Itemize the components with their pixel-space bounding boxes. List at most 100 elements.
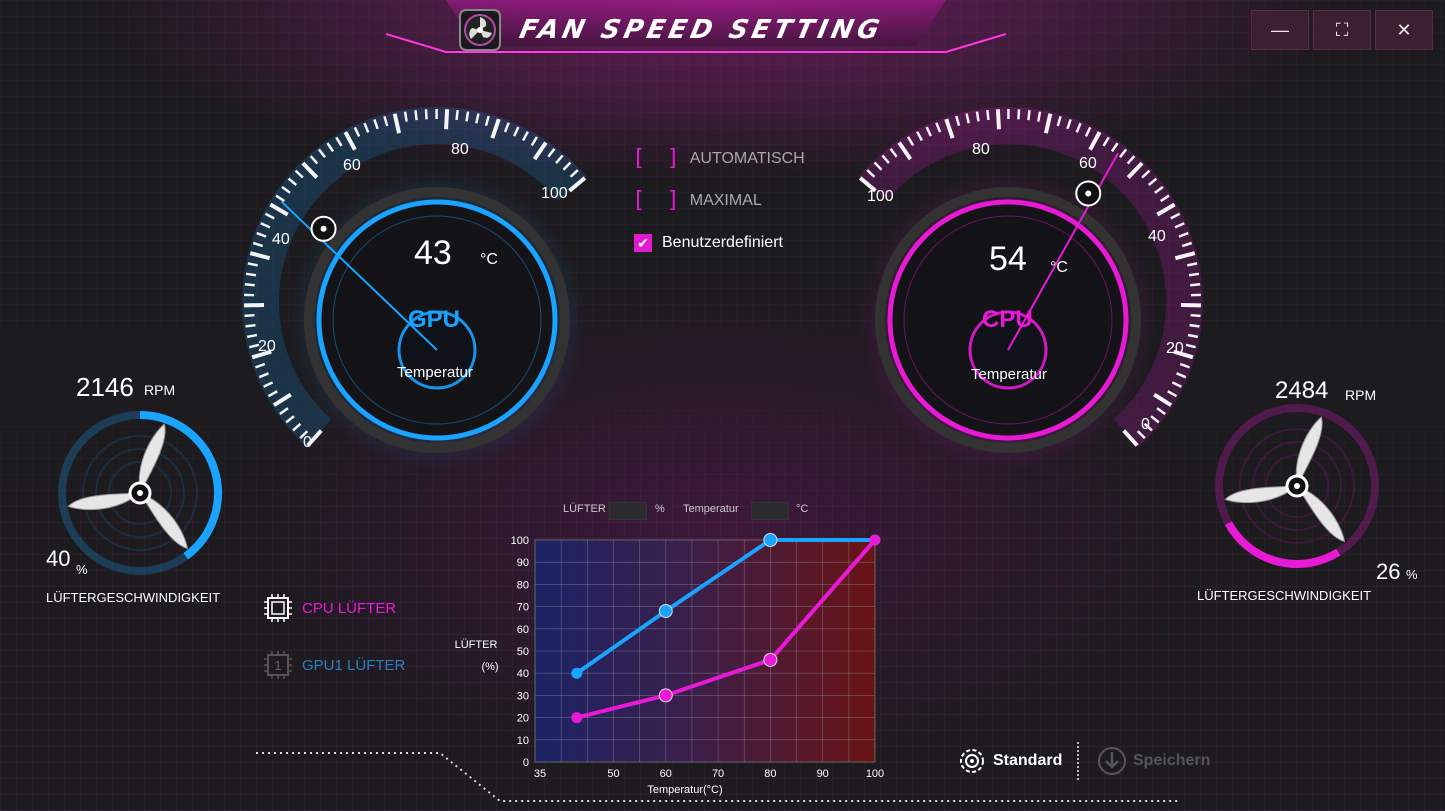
tab-gpu1-fan[interactable]: 1 GPU1 LÜFTER bbox=[262, 649, 405, 681]
mode-maximal[interactable]: [ ] MAXIMAL bbox=[632, 189, 762, 213]
cpu-scale-label-80: 80 bbox=[972, 141, 990, 158]
checkmark-icon: ✔ bbox=[637, 235, 649, 251]
gpu-needle-hub-dot bbox=[320, 225, 327, 232]
chart-point-0-1[interactable] bbox=[658, 604, 673, 619]
gpu-fan-blade bbox=[67, 492, 142, 511]
temperature-input[interactable] bbox=[751, 502, 789, 520]
cpu-gauge-tick bbox=[1189, 323, 1200, 328]
chart-y-tick-label: 50 bbox=[517, 646, 529, 658]
mode-maximal-checkbox[interactable]: [ ] bbox=[632, 189, 684, 213]
mode-benutzerdefiniert-checkbox[interactable]: ✔ bbox=[634, 234, 652, 252]
chart-y-tick-label: 40 bbox=[517, 668, 529, 680]
chart-header-fan-label: LÜFTER bbox=[563, 503, 606, 515]
gpu-chip-number: 1 bbox=[274, 658, 281, 673]
chart-y-axis-unit: (%) bbox=[481, 661, 498, 673]
mode-automatisch-label: AUTOMATISCH bbox=[689, 150, 805, 167]
cpu-gauge-tick bbox=[1190, 283, 1201, 287]
cpu-fan-blade bbox=[1224, 485, 1299, 504]
cpu-chip-icon bbox=[264, 594, 292, 622]
gpu-fan-rpm-unit: RPM bbox=[144, 382, 176, 398]
gpu-gauge-tick bbox=[245, 272, 257, 277]
reset-gear-icon bbox=[960, 749, 984, 773]
gpu-scale-label-100: 100 bbox=[541, 185, 568, 202]
gpu-gauge-tick bbox=[245, 323, 256, 328]
app-window: FAN SPEED SETTING — ⛶ ✕ 0 20 40 60 80 10… bbox=[0, 0, 1445, 811]
cpu-scale-label-0: 0 bbox=[1141, 416, 1150, 433]
gpu-fan-speed-dial bbox=[58, 411, 222, 575]
cpu-fan-percent-unit: % bbox=[1406, 567, 1418, 582]
gpu-gauge-tick bbox=[455, 109, 459, 121]
chart-point-0-2[interactable] bbox=[763, 533, 778, 547]
mode-automatisch-checkbox[interactable]: [ ] bbox=[632, 147, 684, 171]
cpu-gauge-tick bbox=[1037, 111, 1042, 122]
download-save-icon bbox=[1098, 747, 1126, 775]
window-title: FAN SPEED SETTING bbox=[516, 15, 886, 45]
chart-header-temp-label: Temperatur bbox=[683, 503, 739, 515]
tab-cpu-fan-label: CPU LÜFTER bbox=[302, 599, 397, 617]
gpu-gauge-tick bbox=[414, 110, 418, 121]
cpu-gauge-tick bbox=[986, 109, 990, 121]
cpu-fan-hub-dot bbox=[1294, 483, 1300, 489]
cpu-temperature-gauge bbox=[858, 107, 1203, 470]
chart-y-axis-label: LÜFTER bbox=[455, 639, 498, 651]
gpu-gauge-tick bbox=[246, 333, 258, 339]
gpu-fan-percent-unit: % bbox=[76, 562, 88, 577]
gpu-temperature-value: 43 bbox=[414, 234, 452, 272]
gpu-temperature-gauge bbox=[242, 107, 587, 470]
gpu-gauge-tick bbox=[244, 283, 255, 287]
chart-point-1-0[interactable] bbox=[571, 712, 583, 724]
gpu-gauge-tick bbox=[244, 313, 255, 318]
gpu-temperature-caption: Temperatur bbox=[397, 364, 473, 381]
chart-y-tick-label: 20 bbox=[517, 713, 529, 725]
minimize-icon: — bbox=[1271, 19, 1289, 40]
gpu-fan-speed-caption: LÜFTERGESCHWINDIGKEIT bbox=[46, 590, 221, 605]
gpu-scale-label-20: 20 bbox=[258, 338, 276, 355]
cpu-scale-label-40: 40 bbox=[1148, 228, 1166, 245]
fan-percent-input[interactable] bbox=[609, 502, 647, 520]
gpu-scale-label-0: 0 bbox=[303, 434, 312, 451]
maximize-icon: ⛶ bbox=[1335, 19, 1349, 40]
gpu-fan-hub-dot bbox=[137, 490, 143, 496]
app-fan-logo-icon bbox=[459, 9, 501, 51]
cpu-gauge-tick bbox=[975, 111, 980, 122]
cpu-scale-label-60: 60 bbox=[1079, 155, 1097, 172]
chart-header-temp-unit: °C bbox=[796, 503, 809, 515]
cpu-temperature-caption: Temperatur bbox=[971, 366, 1047, 383]
chart-point-1-1[interactable] bbox=[658, 688, 673, 703]
chart-point-1-2[interactable] bbox=[763, 652, 778, 667]
gpu-gauge-tick bbox=[424, 109, 428, 120]
tab-cpu-fan[interactable]: CPU LÜFTER bbox=[262, 592, 396, 624]
cpu-gauge-tick bbox=[1190, 313, 1201, 318]
cpu-fan-speed-caption: LÜFTERGESCHWINDIGKEIT bbox=[1197, 588, 1372, 603]
gpu-scale-label-80: 80 bbox=[451, 141, 469, 158]
gpu-scale-label-40: 40 bbox=[272, 231, 290, 248]
close-icon: ✕ bbox=[1396, 19, 1412, 40]
save-button[interactable]: Speichern bbox=[1097, 746, 1210, 776]
cpu-gauge-tick bbox=[1188, 272, 1200, 277]
mode-automatisch[interactable]: [ ] AUTOMATISCH bbox=[632, 147, 805, 171]
gpu-gauge-tick bbox=[444, 109, 450, 130]
maximize-button[interactable]: ⛶ bbox=[1313, 10, 1371, 50]
chart-header-fan-unit: % bbox=[655, 503, 665, 515]
chart-point-1-3[interactable] bbox=[869, 534, 881, 546]
chart-y-tick-label: 60 bbox=[517, 624, 529, 636]
chart-point-0-0[interactable] bbox=[571, 667, 583, 679]
close-button[interactable]: ✕ bbox=[1375, 10, 1433, 50]
standard-button[interactable]: Standard bbox=[957, 746, 1062, 776]
gpu-fan-rpm-value: 2146 bbox=[76, 372, 134, 402]
cpu-gauge-tick bbox=[1187, 333, 1199, 339]
chart-y-tick-label: 80 bbox=[517, 579, 529, 591]
chart-y-tick-label: 30 bbox=[517, 690, 529, 702]
cpu-gauge-tick bbox=[995, 109, 1001, 130]
cpu-needle-hub-dot bbox=[1085, 190, 1092, 197]
gpu-scale-label-60: 60 bbox=[343, 157, 361, 174]
button-divider bbox=[1077, 742, 1079, 780]
mode-benutzerdefiniert[interactable]: ✔ Benutzerdefiniert bbox=[632, 231, 783, 255]
gpu-fan-percent-value: 40 bbox=[46, 546, 71, 571]
chart-y-tick-label: 90 bbox=[517, 557, 529, 569]
save-button-label: Speichern bbox=[1133, 752, 1211, 769]
minimize-button[interactable]: — bbox=[1251, 10, 1309, 50]
gpu-chip-label: GPU bbox=[408, 306, 461, 333]
gpu-gauge-tick bbox=[403, 111, 408, 122]
cpu-fan-level-arc bbox=[1224, 521, 1341, 568]
